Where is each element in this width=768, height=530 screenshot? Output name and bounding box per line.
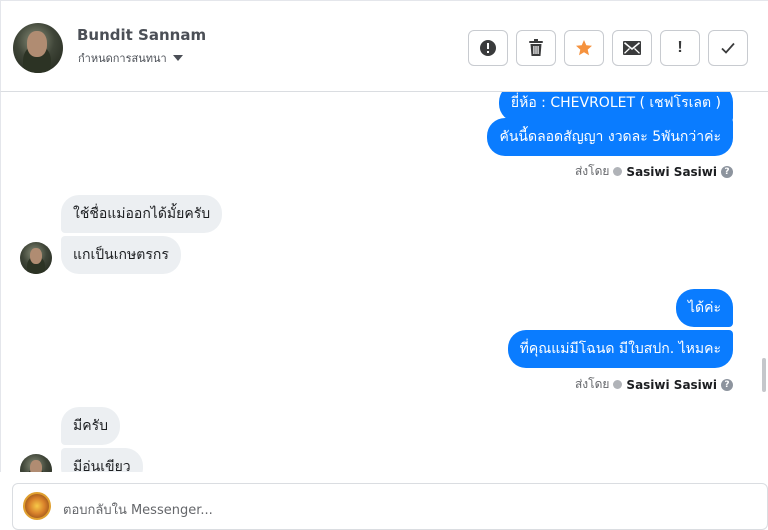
reply-input[interactable]: ตอบกลับใน Messenger... — [63, 499, 213, 520]
message-incoming: ใช้ชื่อแม่ออกได้มั้ยครับ — [61, 195, 223, 233]
message-outgoing: ที่คุณแม่มีโฉนด มีใบสปก. ไหมคะ — [507, 330, 733, 368]
contact-avatar-small[interactable] — [20, 454, 52, 472]
caret-down-icon — [172, 55, 183, 61]
envelope-icon — [623, 41, 641, 55]
star-icon — [576, 40, 592, 56]
exclamation-icon: ! — [677, 39, 683, 56]
contact-avatar-small[interactable] — [20, 242, 52, 274]
message-incoming: แกเป็นเกษตรกร — [61, 236, 181, 274]
sender-name[interactable]: Sasiwi Sasiwi — [626, 165, 717, 179]
conversation-header: Bundit Sannam กำหนดการสนทนา ! — [0, 0, 768, 92]
mark-unread-button[interactable] — [612, 30, 652, 66]
conversation-label-dropdown[interactable]: กำหนดการสนทนา — [78, 49, 183, 67]
trash-icon — [529, 39, 543, 56]
report-spam-button[interactable] — [468, 30, 508, 66]
alert-circle-icon — [480, 40, 496, 56]
reply-composer[interactable]: ตอบกลับใน Messenger... — [12, 483, 768, 530]
delete-button[interactable] — [516, 30, 556, 66]
sender-status-icon — [613, 380, 623, 389]
help-icon[interactable]: ? — [721, 165, 733, 178]
sent-by-info: ส่งโดย Sasiwi Sasiwi ? — [575, 162, 733, 181]
message-incoming: มีครับ — [61, 407, 120, 445]
conversation-label: กำหนดการสนทนา — [78, 52, 167, 65]
checkmark-icon — [721, 42, 735, 54]
follow-up-button[interactable]: ! — [660, 30, 700, 66]
contact-name[interactable]: Bundit Sannam — [77, 26, 206, 44]
sent-by-info: ส่งโดย Sasiwi Sasiwi ? — [575, 375, 733, 394]
sender-status-icon — [613, 167, 623, 176]
sender-name[interactable]: Sasiwi Sasiwi — [626, 378, 717, 392]
mark-done-button[interactable] — [708, 30, 748, 66]
help-icon[interactable]: ? — [721, 378, 733, 391]
page-avatar — [23, 492, 51, 520]
message-outgoing: ได้ค่ะ — [675, 289, 733, 327]
message-thread[interactable]: ยี่ห้อ : CHEVROLET ( เชฟโรเลต ) คันนี้ดล… — [0, 92, 760, 472]
header-actions: ! — [468, 30, 748, 66]
star-button[interactable] — [564, 30, 604, 66]
messenger-conversation: Bundit Sannam กำหนดการสนทนา ! ยี่ห้อ: C… — [0, 0, 768, 530]
contact-avatar[interactable] — [13, 23, 63, 73]
message-outgoing: คันนี้ดลอดสัญญา งวดละ 5พันกว่าค่ะ — [487, 118, 733, 156]
message-incoming: มีอ่นเขียว — [61, 448, 143, 472]
thread-scrollbar[interactable] — [762, 358, 766, 392]
